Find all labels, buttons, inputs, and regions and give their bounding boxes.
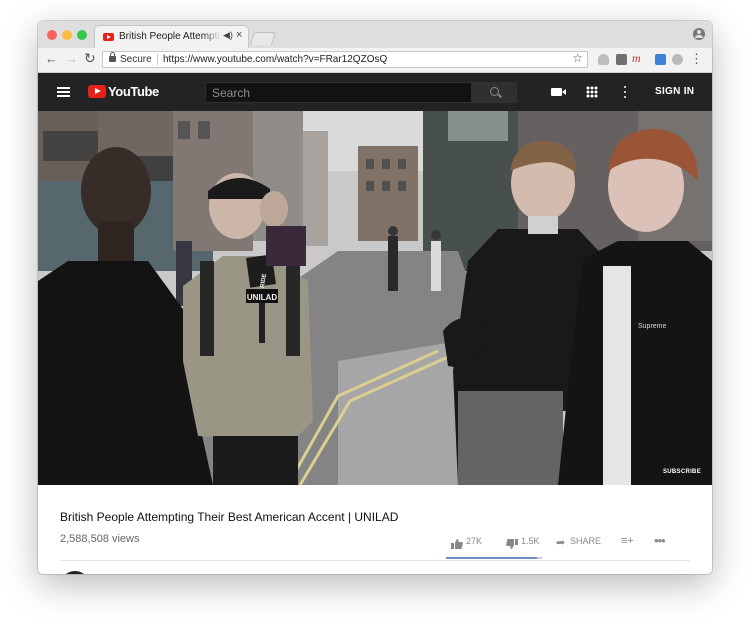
channel-avatar[interactable]	[60, 571, 90, 574]
search-button[interactable]	[472, 82, 517, 103]
url-text[interactable]: https://www.youtube.com/watch?v=FRar12QZ…	[163, 54, 387, 65]
forward-arrow-icon[interactable]: →	[65, 52, 78, 66]
youtube-logo-text[interactable]: YouTube	[108, 84, 159, 99]
tab-strip: British People Attempting Their Best Ame…	[38, 21, 712, 48]
dislike-count[interactable]: 1.5K	[521, 536, 540, 546]
search-placeholder: Search	[212, 86, 251, 100]
address-bar[interactable]: Secure https://www.youtube.com/watch?v=F…	[102, 51, 588, 68]
sign-in-button[interactable]: SIGN IN	[655, 86, 694, 97]
extension-icon[interactable]	[655, 54, 666, 65]
youtube-favicon-icon	[103, 33, 114, 41]
new-tab-button[interactable]	[249, 32, 277, 45]
browser-window: British People Attempting Their Best Ame…	[38, 21, 712, 574]
subscribe-watermark[interactable]: SUBSCRIBE	[663, 469, 701, 475]
thumbs-down-icon[interactable]	[506, 536, 518, 549]
secure-label: Secure	[120, 54, 152, 65]
video-frame: UNILAD RIDE Supreme	[38, 111, 712, 485]
url-divider	[157, 54, 158, 65]
window-close-button[interactable]	[47, 30, 57, 40]
thumbs-up-icon[interactable]	[451, 536, 463, 549]
window-minimize-button[interactable]	[62, 30, 72, 40]
like-ratio-fill	[446, 557, 537, 559]
hamburger-menu-icon[interactable]	[57, 87, 70, 89]
search-icon	[490, 87, 499, 96]
lock-icon	[109, 52, 116, 62]
like-count[interactable]: 27K	[466, 536, 482, 546]
reload-icon[interactable]: ↻	[84, 51, 96, 65]
share-icon[interactable]: ➦	[556, 536, 565, 549]
add-to-playlist-icon[interactable]: ≡+	[621, 535, 634, 547]
browser-toolbar: ← → ↻ Secure https://www.youtube.com/wat…	[38, 48, 712, 73]
apps-grid-icon[interactable]	[586, 86, 598, 98]
tab-title: British People Attempting Their Best Ame…	[119, 31, 221, 42]
bookmark-star-icon[interactable]: ☆	[572, 51, 583, 65]
like-dislike-ratio-bar	[446, 557, 542, 559]
extension-icon[interactable]	[616, 54, 627, 65]
upload-video-icon[interactable]	[551, 88, 566, 96]
back-arrow-icon[interactable]: ←	[45, 52, 58, 66]
more-options-icon[interactable]	[624, 86, 626, 88]
extension-m-icon[interactable]: m	[632, 51, 643, 65]
tab-close-icon[interactable]: ×	[236, 29, 242, 41]
youtube-header: YouTube Search SIGN IN	[38, 73, 712, 111]
extension-icon[interactable]	[672, 54, 683, 65]
chrome-menu-icon[interactable]: ⋮	[690, 51, 703, 67]
profile-icon[interactable]	[693, 28, 705, 40]
video-title: British People Attempting Their Best Ame…	[60, 510, 399, 524]
video-player[interactable]: UNILAD RIDE Supreme SUBSCRIBE	[38, 111, 712, 485]
view-count: 2,588,508 views	[60, 533, 140, 545]
divider	[60, 560, 690, 561]
browser-tab[interactable]: British People Attempting Their Best Ame…	[94, 25, 249, 48]
youtube-logo-icon[interactable]	[88, 85, 106, 98]
speaker-icon[interactable]: ◀)	[223, 30, 233, 41]
share-button[interactable]: SHARE	[570, 536, 601, 546]
more-actions-icon[interactable]: •••	[654, 533, 666, 548]
extension-icon[interactable]	[598, 54, 609, 65]
window-maximize-button[interactable]	[77, 30, 87, 40]
search-input[interactable]: Search	[205, 82, 472, 103]
